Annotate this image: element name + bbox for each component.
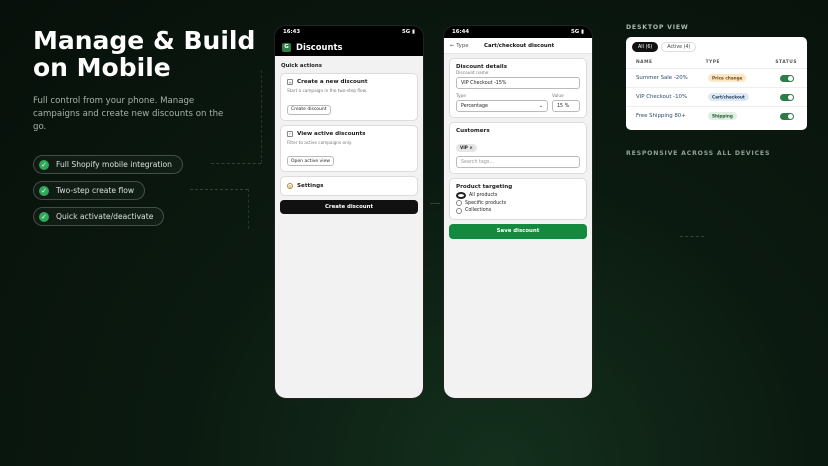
desktop-view-label: DESKTOP VIEW — [626, 24, 689, 31]
section-heading: Product targeting — [456, 184, 513, 190]
section-title: Quick actions — [281, 63, 322, 69]
responsive-label: RESPONSIVE ACROSS ALL DEVICES — [626, 150, 771, 157]
check-icon: ✓ — [39, 185, 49, 196]
phone-screen: G Discounts Quick actions ≡ Create a new… — [275, 38, 423, 398]
phone-screen: ← Type Cart/checkout discount Discount d… — [444, 38, 592, 398]
gear-icon: ⚙ — [287, 183, 293, 189]
radio-collections[interactable]: Collections — [456, 207, 580, 214]
card-title: Settings — [297, 183, 324, 189]
back-button[interactable]: ← Type — [450, 43, 484, 49]
tab-active[interactable]: Active (4) — [661, 42, 697, 52]
status-bar: 16:43 5G ▮ — [275, 26, 423, 38]
section-heading: Customers — [456, 128, 490, 134]
discount-name: Summer Sale -20% — [636, 75, 688, 81]
hero-subtitle: Full control from your phone. Manage cam… — [33, 96, 224, 132]
status-time: 16:43 — [283, 29, 301, 35]
discount-name-input[interactable]: VIP Checkout -15% — [456, 77, 580, 89]
customers-card: Customers VIP × Search tags... — [449, 122, 587, 174]
save-discount-button[interactable]: Save discount — [449, 223, 587, 239]
hero-title: Manage & Build on Mobile — [33, 27, 273, 81]
desktop-discount-table: All (6) Active (4) NAME TYPE STATUS Summ… — [626, 37, 807, 130]
field-label: Discount name — [456, 71, 489, 76]
card-title: Create a new discount — [297, 79, 368, 85]
connector-line — [430, 203, 440, 204]
radio-selected-icon — [456, 191, 466, 199]
checkbox-icon: ✓ — [287, 130, 293, 137]
connector-line — [261, 70, 262, 163]
app-logo-icon: G — [282, 42, 291, 52]
form-title: Cart/checkout discount — [484, 42, 555, 49]
tag-search-input[interactable]: Search tags... — [456, 156, 580, 168]
card-description: Start a campaign in the two-step flow. — [287, 88, 367, 93]
discount-details-card: Discount details Discount name VIP Check… — [449, 58, 587, 118]
type-badge: Shipping — [708, 111, 737, 120]
check-icon: ✓ — [39, 159, 49, 170]
list-add-icon: ≡ — [287, 79, 293, 85]
table-row[interactable]: Free Shipping 80+ Shipping — [626, 106, 807, 125]
column-header-name: NAME — [636, 60, 653, 65]
value-input[interactable]: 15 % — [552, 100, 580, 112]
status-toggle[interactable] — [780, 93, 794, 101]
feature-pill-integration: ✓ Full Shopify mobile integration — [33, 155, 183, 174]
type-badge: Cart/checkout — [708, 92, 749, 101]
field-label: Type — [456, 94, 466, 99]
radio-icon — [456, 200, 462, 206]
radio-icon — [456, 207, 462, 214]
status-signal: 5G ▮ — [570, 29, 584, 35]
create-discount-primary-button[interactable]: Create discount — [280, 200, 418, 214]
hero-title-line-2: on Mobile — [33, 53, 171, 82]
status-bar: 16:44 5G ▮ — [444, 26, 592, 38]
type-select[interactable]: Percentage ⌄ — [456, 100, 548, 112]
feature-label: Full Shopify mobile integration — [56, 160, 172, 169]
filter-tabs: All (6) Active (4) — [626, 37, 807, 54]
table-row[interactable]: VIP Checkout -10% Cart/checkout — [626, 87, 807, 106]
feature-pill-activate: ✓ Quick activate/deactivate — [33, 207, 165, 226]
card-description: Filter to active campaigns only. — [287, 139, 353, 145]
type-badge: Price change — [708, 73, 747, 82]
radio-specific-products[interactable]: Specific products — [456, 200, 580, 206]
feature-label: Quick activate/deactivate — [56, 212, 154, 221]
check-icon: ✓ — [39, 211, 49, 222]
create-discount-button[interactable]: Create discount — [287, 104, 331, 115]
column-header-type: TYPE — [705, 60, 720, 65]
table-header: NAME TYPE STATUS — [626, 54, 807, 68]
card-title: View active discounts — [297, 130, 366, 137]
tab-all[interactable]: All (6) — [632, 42, 659, 52]
radio-all-products[interactable]: All products — [456, 191, 580, 199]
chevron-down-icon: ⌄ — [538, 103, 543, 109]
connector-line — [211, 163, 261, 164]
app-header: G Discounts — [275, 38, 423, 56]
field-label: Value — [552, 94, 564, 99]
feature-pill-create-flow: ✓ Two-step create flow — [33, 181, 146, 200]
column-header-status: STATUS — [775, 60, 797, 65]
discount-name: VIP Checkout -10% — [636, 94, 688, 100]
connector-line — [680, 236, 704, 237]
phone-discounts-home: 16:43 5G ▮ G Discounts Quick actions ≡ C… — [274, 25, 424, 399]
connector-line — [248, 189, 249, 229]
card-settings[interactable]: ⚙ Settings — [280, 176, 418, 196]
open-active-view-button[interactable]: Open active view — [287, 156, 334, 166]
card-view-active: ✓ View active discounts Filter to active… — [280, 124, 418, 172]
product-targeting-card: Product targeting All products Specific … — [449, 178, 587, 220]
form-header: ← Type Cart/checkout discount — [444, 38, 592, 54]
table-row[interactable]: Summer Sale -20% Price change — [626, 68, 807, 87]
status-signal: 5G ▮ — [401, 29, 415, 35]
app-title: Discounts — [296, 42, 343, 52]
status-toggle[interactable] — [780, 112, 794, 120]
discount-name: Free Shipping 80+ — [636, 113, 686, 119]
customer-tag-chip[interactable]: VIP × — [456, 143, 477, 152]
hero-title-line-1: Manage & Build — [33, 26, 256, 55]
phone-discount-form: 16:44 5G ▮ ← Type Cart/checkout discount… — [443, 25, 593, 399]
connector-line — [190, 189, 248, 190]
card-create-discount: ≡ Create a new discount Start a campaign… — [280, 73, 418, 121]
feature-label: Two-step create flow — [56, 186, 135, 195]
status-toggle[interactable] — [780, 74, 794, 82]
status-time: 16:44 — [452, 29, 470, 35]
section-heading: Discount details — [456, 64, 508, 70]
